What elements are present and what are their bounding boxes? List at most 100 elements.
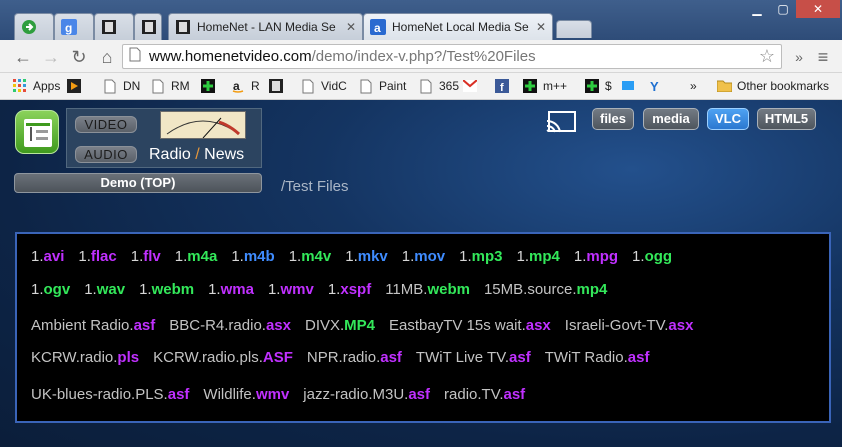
address-bar[interactable]: www.homenetvideo.com/demo/index-v.php?/T… (122, 44, 782, 69)
tab-pinned-4[interactable] (134, 13, 162, 40)
bookmark-facebook[interactable]: f (494, 77, 515, 95)
file-link[interactable]: KCRW.radio.pls.ASF (153, 347, 293, 369)
homenet-logo[interactable] (15, 110, 59, 154)
file-link[interactable]: 1.flv (131, 246, 161, 268)
browser-tab-strip: g HomeNet - LAN Media Se ✕ a HomeNet Loc… (0, 0, 842, 40)
page-icon (418, 78, 434, 94)
file-link[interactable]: TWiT Live TV.asf (416, 347, 531, 369)
reload-icon[interactable]: ↻ (68, 46, 90, 68)
file-link[interactable]: EastbayTV 15s wait.asx (389, 315, 551, 337)
file-link[interactable]: 1.mov (402, 246, 445, 268)
new-tab-button[interactable] (556, 20, 592, 38)
file-link[interactable]: 1.mp4 (517, 246, 560, 268)
file-link[interactable]: DIVX.MP4 (305, 315, 375, 337)
plus-icon (522, 78, 538, 94)
bookmark-[interactable]: $ (584, 77, 612, 95)
bookmark-gmail[interactable] (462, 77, 483, 95)
file-link[interactable]: KCRW.radio.pls (31, 347, 139, 369)
bookmark-r[interactable]: aR (230, 77, 260, 95)
file-link[interactable]: NPR.radio.asf (307, 347, 402, 369)
bookmark-365[interactable]: 365 (418, 77, 459, 95)
file-name: 1. (174, 248, 188, 265)
bookmark-vidc[interactable]: VidC (300, 77, 347, 95)
file-link[interactable]: 1.mpg (574, 246, 618, 268)
file-link[interactable]: 1.flac (78, 246, 116, 268)
tab-pinned-2[interactable]: g (54, 13, 94, 40)
file-link[interactable]: radio.TV.asf (444, 384, 525, 406)
bookmarks-overflow-button[interactable]: » (690, 77, 697, 95)
other-bookmarks-folder[interactable]: Other bookmarks (716, 77, 829, 95)
file-name: 1. (231, 248, 244, 265)
tab-homenet-lan[interactable]: HomeNet - LAN Media Se ✕ (168, 13, 363, 40)
maximize-icon[interactable]: ▢ (770, 0, 796, 18)
cast-icon[interactable] (545, 110, 577, 134)
files-button[interactable]: files (592, 108, 634, 130)
vlc-button[interactable]: VLC (707, 108, 749, 130)
bookmark-monitor[interactable] (620, 77, 641, 95)
file-extension: asf (408, 386, 431, 403)
file-name: 1. (267, 281, 281, 298)
audio-mode-button[interactable]: AUDIO (75, 146, 137, 163)
bookmark-rm[interactable]: RM (150, 77, 190, 95)
file-link[interactable]: 15MB.source.mp4 (484, 279, 607, 301)
file-extension: flv (143, 248, 161, 265)
file-link[interactable]: 1.mp3 (459, 246, 502, 268)
browser-toolbar: ← → ↻ ⌂ www.homenetvideo.com/demo/index-… (0, 40, 842, 73)
bookmark-film[interactable] (268, 77, 289, 95)
tab-pinned-3[interactable] (94, 13, 134, 40)
file-name: 1. (78, 248, 91, 265)
bookmark-yahoo[interactable]: Y (648, 77, 669, 95)
html5-button[interactable]: HTML5 (757, 108, 816, 130)
close-icon[interactable]: ✕ (536, 20, 546, 34)
file-link[interactable]: 1.m4b (231, 246, 274, 268)
bookmark-paint[interactable]: Paint (358, 77, 406, 95)
file-link[interactable]: 1.wav (84, 279, 125, 301)
vu-meter-icon[interactable] (160, 111, 246, 139)
bookmark-plus[interactable] (200, 77, 221, 95)
tab-homenet-local[interactable]: a HomeNet Local Media Se ✕ (363, 13, 553, 40)
video-mode-button[interactable]: VIDEO (75, 116, 137, 133)
file-link[interactable]: jazz-radio.M3U.asf (303, 384, 430, 406)
tab-pinned-1[interactable] (14, 13, 54, 40)
file-extension: wmv (280, 281, 314, 298)
breadcrumb: /Test Files (281, 178, 349, 195)
bookmark-play[interactable] (66, 77, 87, 95)
file-link[interactable]: 1.xspf (328, 279, 371, 301)
media-button[interactable]: media (643, 108, 699, 130)
window-close-icon[interactable]: ✕ (796, 0, 840, 18)
file-link[interactable]: Ambient Radio.asf (31, 315, 155, 337)
file-link[interactable]: 11MB.webm (385, 279, 470, 301)
file-link[interactable]: 1.avi (31, 246, 64, 268)
minimize-icon[interactable]: ▁ (744, 0, 770, 18)
file-extension: asf (627, 349, 650, 366)
file-link[interactable]: 1.ogg (632, 246, 672, 268)
extensions-overflow-icon[interactable]: » (788, 46, 810, 68)
file-link[interactable]: 1.mkv (345, 246, 388, 268)
file-link[interactable]: Israeli-Govt-TV.asx (565, 315, 694, 337)
file-link[interactable]: 1.webm (139, 279, 194, 301)
radio-news-link[interactable]: Radio / News (149, 146, 244, 164)
file-link[interactable]: 1.m4v (289, 246, 332, 268)
bookmark-dn[interactable]: DN (102, 77, 140, 95)
close-icon[interactable]: ✕ (346, 20, 356, 34)
demo-top-button[interactable]: Demo (TOP) (14, 173, 262, 193)
home-icon[interactable]: ⌂ (96, 46, 118, 68)
file-link[interactable]: TWiT Radio.asf (545, 347, 650, 369)
bookmark-apps[interactable]: Apps (12, 77, 60, 95)
film-icon (268, 78, 284, 94)
file-link[interactable]: 1.ogv (31, 279, 70, 301)
back-icon[interactable]: ← (12, 46, 34, 68)
file-link[interactable]: Wildlife.wmv (203, 384, 289, 406)
file-link[interactable]: BBC-R4.radio.asx (169, 315, 291, 337)
menu-icon[interactable]: ≡ (812, 46, 834, 68)
file-row: 1.avi 1.flac 1.flv 1.m4a 1.m4b 1.m4v 1.mkv 1.mo… (31, 246, 686, 268)
file-link[interactable]: 1.wma (208, 279, 254, 301)
file-extension: wmv (255, 386, 290, 403)
file-link[interactable]: UK-blues-radio.PLS.asf (31, 384, 189, 406)
forward-icon[interactable]: → (40, 46, 62, 68)
bookmark-m[interactable]: m++ (522, 77, 567, 95)
file-link[interactable]: 1.wmv (268, 279, 314, 301)
file-extension: MP4 (344, 317, 376, 334)
file-link[interactable]: 1.m4a (175, 246, 218, 268)
star-icon[interactable]: ☆ (759, 46, 775, 67)
